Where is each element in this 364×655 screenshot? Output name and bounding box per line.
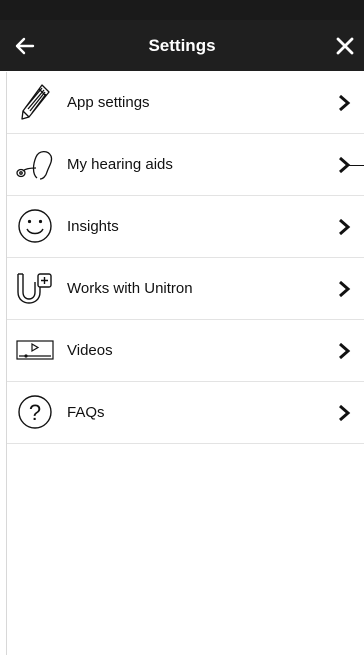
menu-item-faqs[interactable]: ? FAQs [7, 382, 364, 444]
left-divider [0, 72, 7, 655]
svg-text:?: ? [29, 400, 41, 425]
status-bar [0, 0, 364, 20]
menu-item-app-settings[interactable]: App settings [7, 72, 364, 134]
menu-item-insights[interactable]: Insights [7, 196, 364, 258]
chevron-right-icon [339, 342, 351, 360]
settings-menu: App settings My hearing aids Insights Wo… [7, 72, 364, 444]
chevron-right-icon [339, 218, 351, 236]
pencil-icon [15, 82, 55, 122]
menu-item-works-with-unitron[interactable]: Works with Unitron [7, 258, 364, 320]
smiley-icon [15, 206, 55, 246]
question-circle-icon: ? [15, 392, 55, 432]
hearing-aid-icon [15, 144, 55, 184]
chevron-right-icon [339, 280, 351, 298]
menu-item-label: Videos [67, 342, 113, 359]
menu-item-label: Works with Unitron [67, 280, 193, 297]
menu-item-label: My hearing aids [67, 156, 173, 173]
menu-item-label: FAQs [67, 404, 105, 421]
menu-item-my-hearing-aids[interactable]: My hearing aids [7, 134, 364, 196]
video-player-icon [15, 330, 55, 370]
menu-item-label: App settings [67, 94, 150, 111]
top-bar: Settings [0, 20, 364, 71]
annotation-pointer-line [348, 165, 364, 166]
menu-item-label: Insights [67, 218, 119, 235]
close-icon[interactable] [332, 33, 358, 59]
chevron-right-icon [339, 404, 351, 422]
page-title: Settings [148, 36, 216, 55]
chevron-right-icon [339, 94, 351, 112]
menu-item-videos[interactable]: Videos [7, 320, 364, 382]
unitron-plus-icon [15, 268, 55, 308]
